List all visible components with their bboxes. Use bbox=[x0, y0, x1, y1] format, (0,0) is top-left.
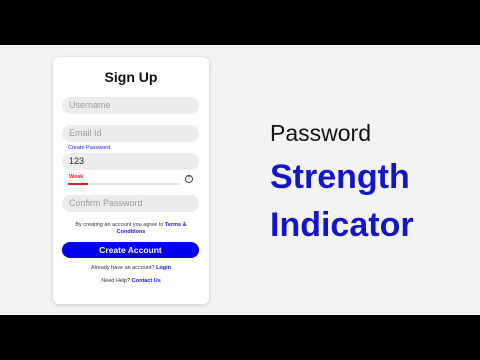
login-prefix: Already have an account? bbox=[90, 265, 157, 271]
create-account-button[interactable]: Create Account bbox=[62, 242, 199, 258]
username-field[interactable]: Username bbox=[62, 97, 199, 114]
form-title: Sign Up bbox=[104, 69, 158, 85]
terms-text: By creating an account you agree to Term… bbox=[65, 222, 197, 236]
help-prompt: Need Help? Contact Us bbox=[53, 278, 209, 284]
login-link[interactable]: Login bbox=[156, 265, 171, 271]
question-circle-icon[interactable]: ? bbox=[185, 175, 193, 183]
headline-line-3: Indicator bbox=[270, 206, 414, 244]
top-letterbox-bar bbox=[0, 0, 480, 45]
strength-track bbox=[68, 183, 180, 185]
terms-prefix: By creating an account you agree to bbox=[75, 222, 165, 228]
strength-indicator: Weak bbox=[68, 174, 193, 186]
strength-label: Weak bbox=[69, 174, 84, 180]
strength-fill bbox=[68, 183, 89, 185]
create-password-label: Create Password bbox=[68, 145, 111, 151]
email-field[interactable]: Email Id bbox=[62, 125, 199, 142]
signup-card: Sign Up Username Email Id Create Passwor… bbox=[53, 57, 209, 304]
headline-line-1: Password bbox=[270, 120, 371, 146]
headline-line-2: Strength bbox=[270, 158, 410, 196]
help-prefix: Need Help? bbox=[101, 278, 132, 284]
contact-link[interactable]: Contact Us bbox=[132, 278, 161, 284]
password-field[interactable]: 123 bbox=[62, 153, 199, 170]
confirm-password-field[interactable]: Confirm Password bbox=[62, 195, 199, 212]
bottom-letterbox-bar bbox=[0, 315, 480, 360]
login-prompt: Already have an account? Login bbox=[53, 265, 209, 271]
